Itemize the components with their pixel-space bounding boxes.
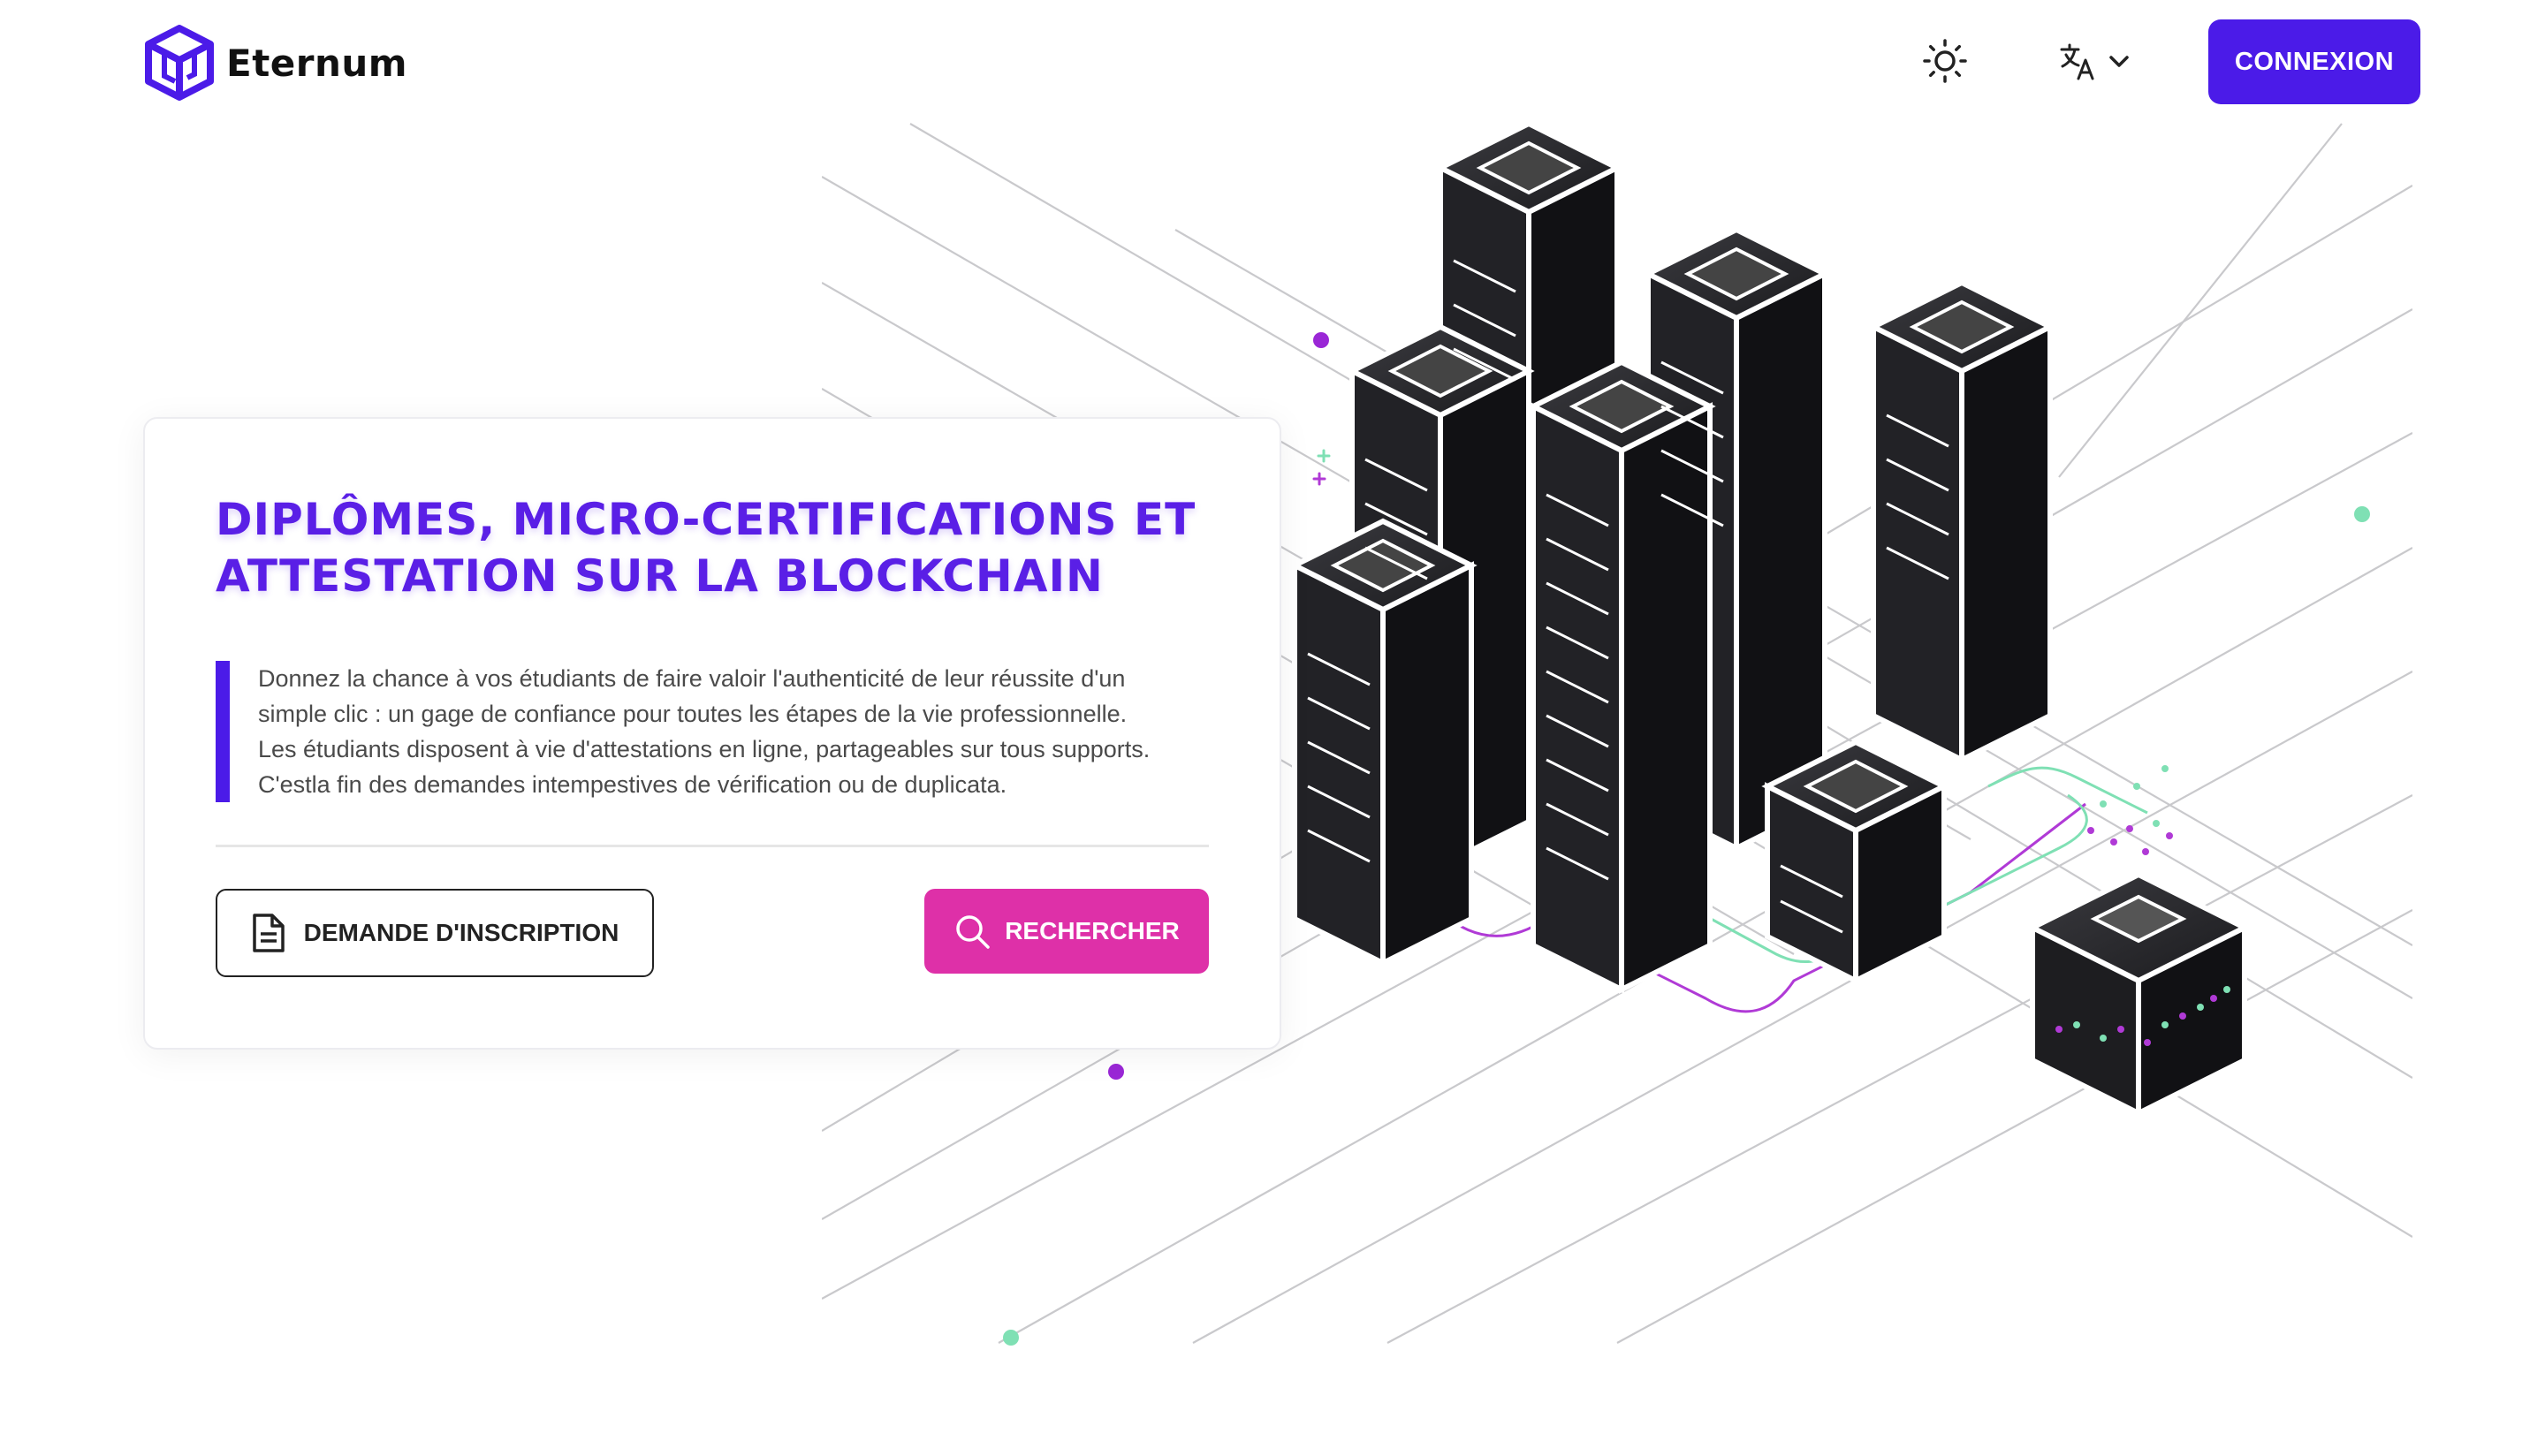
hero-title-line1: DIPLÔMES, MICRO-CERTIFICATIONS ET [216, 494, 1197, 545]
hero-title-line2: ATTESTATION SUR LA BLOCKCHAIN [216, 550, 1104, 602]
hero-description: Donnez la chance à vos étudiants de fair… [216, 661, 1205, 802]
description-line: Donnez la chance à vos étudiants de fair… [258, 665, 1126, 692]
document-icon [252, 914, 285, 952]
divider [216, 845, 1209, 847]
hero-title: DIPLÔMES, MICRO-CERTIFICATIONS ET ATTEST… [216, 491, 1232, 604]
description-line: Les étudiants disposent à vie d'attestat… [258, 736, 1151, 762]
description-text: Donnez la chance à vos étudiants de fair… [258, 661, 1150, 802]
accent-bar [216, 661, 230, 802]
enrollment-request-button[interactable]: DEMANDE D'INSCRIPTION [216, 889, 654, 977]
search-button-label: RECHERCHER [1005, 917, 1180, 944]
search-icon [956, 915, 990, 949]
brand-logo[interactable]: Eternum [140, 23, 407, 102]
cube-logo-icon [145, 25, 214, 101]
brand-name: Eternum [226, 41, 408, 85]
description-line: simple clic : un gage de confiance pour … [258, 701, 1128, 727]
hero-card: DIPLÔMES, MICRO-CERTIFICATIONS ET ATTEST… [143, 417, 1281, 1050]
enrollment-request-label: DEMANDE D'INSCRIPTION [303, 919, 619, 946]
search-button[interactable]: RECHERCHER [924, 889, 1209, 974]
description-line: C'estla fin des demandes intempestives d… [258, 771, 1007, 798]
